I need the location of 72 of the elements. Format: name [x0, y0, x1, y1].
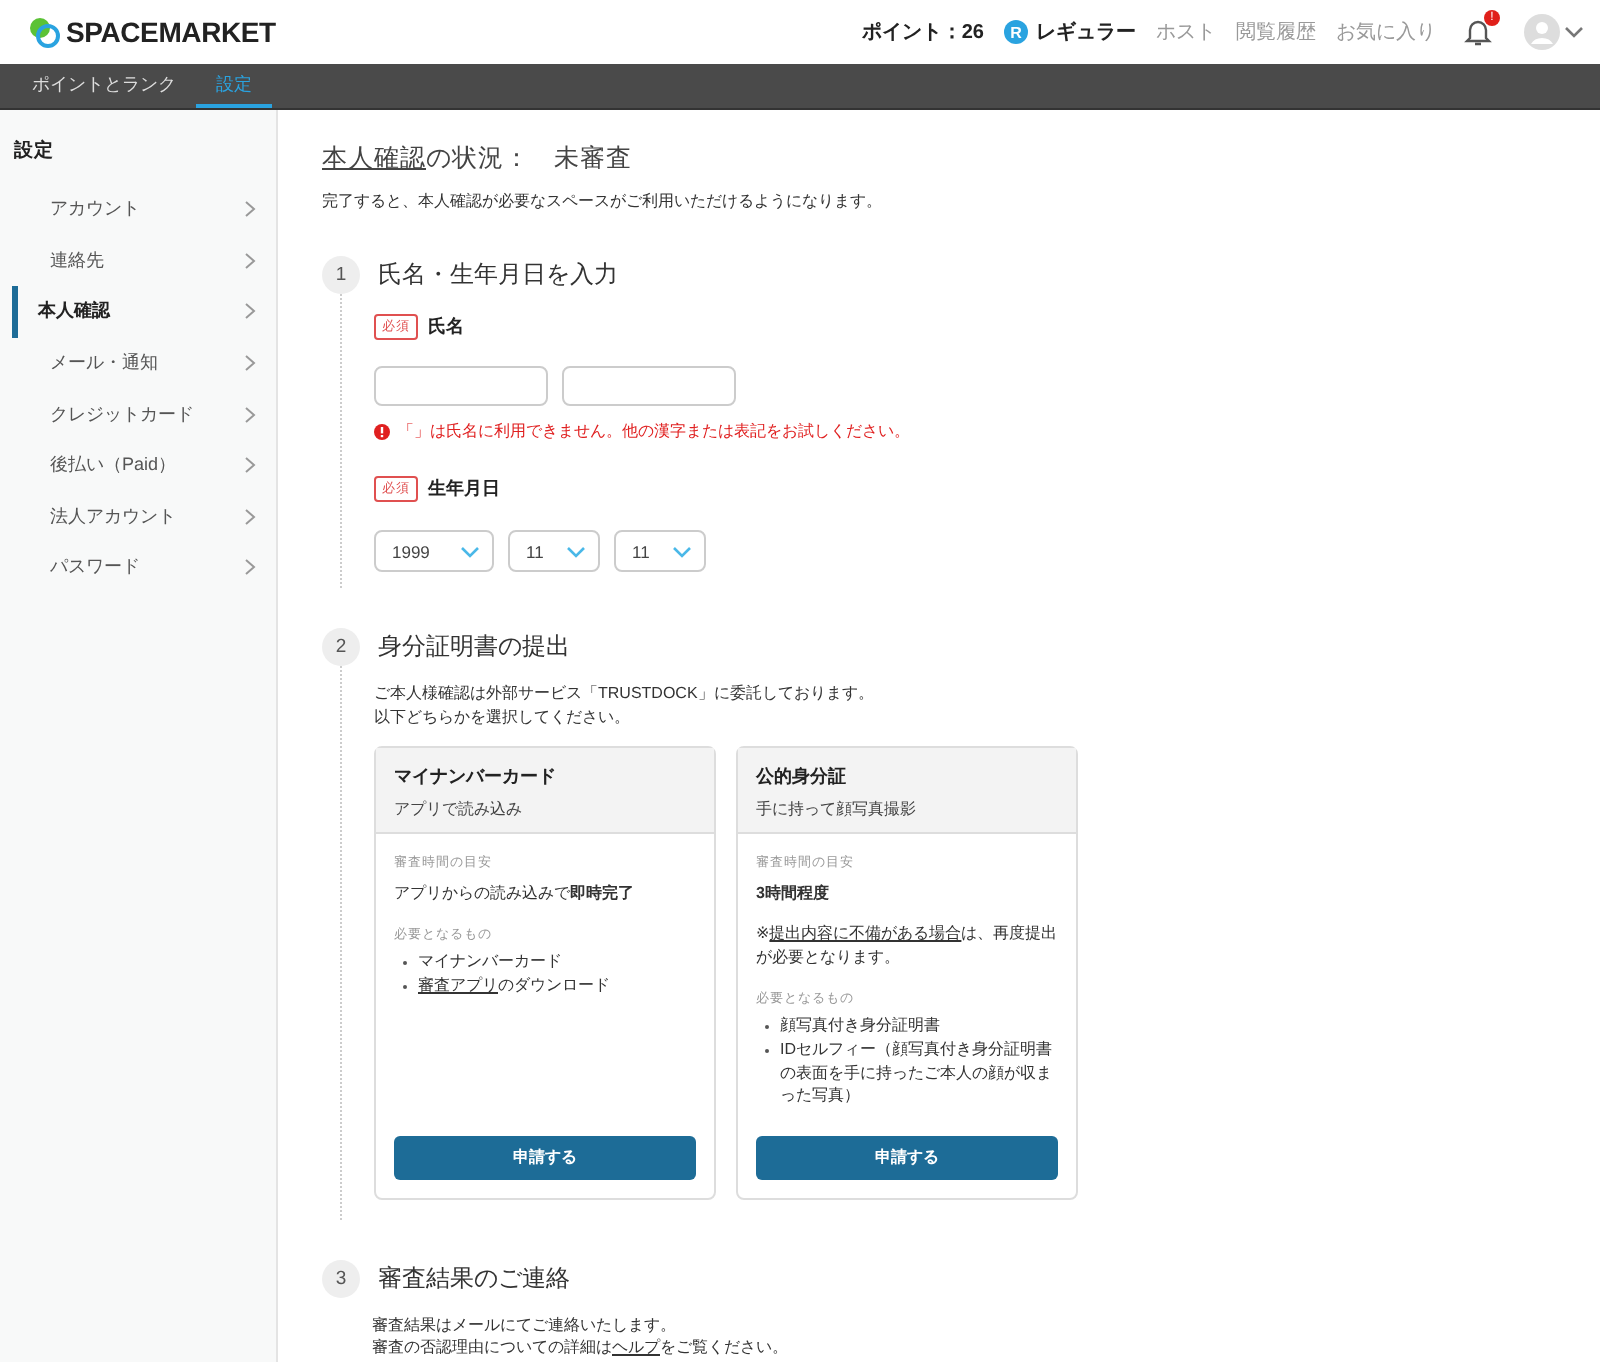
avatar-menu[interactable]	[1524, 14, 1584, 50]
review-time-value: 3時間程度	[756, 882, 831, 905]
chevron-right-icon	[244, 558, 256, 577]
chevron-right-icon	[244, 354, 256, 373]
field-label: 生年月日	[428, 476, 500, 502]
name-input-field[interactable]	[374, 366, 548, 406]
rank-badge: R	[1004, 20, 1028, 44]
sidebar-item[interactable]: 法人アカウント	[12, 491, 276, 543]
card-subtitle: 手に持って顔写真撮影	[756, 798, 918, 821]
sidebar-item[interactable]: 本人確認	[12, 286, 276, 338]
chevron-right-icon	[244, 456, 256, 475]
intro-text: ご本人様確認は外部サービス「TRUSTDOCK」に委託しております。	[374, 682, 876, 706]
step-title: 審査結果のご連絡	[378, 1261, 570, 1296]
nav-tab[interactable]: ポイントとランク	[12, 64, 196, 108]
sidebar-item[interactable]: クレジットカード	[12, 388, 276, 440]
link[interactable]: 本人確認	[322, 144, 426, 172]
bullet-icon	[402, 960, 408, 967]
sidebar-item[interactable]: メール・通知	[12, 337, 276, 389]
link[interactable]: 審査アプリ	[418, 975, 498, 994]
step-title: 氏名・生年月日を入力	[378, 258, 618, 292]
status-value: 未審査	[554, 142, 632, 176]
card-title: マイナンバーカード	[394, 764, 558, 791]
sidebar-item[interactable]: パスワード	[12, 542, 276, 594]
sidebar-item[interactable]: 連絡先	[12, 235, 276, 287]
review-time-value: アプリからの読み込みで即時完了	[394, 882, 636, 905]
apply-button[interactable]: 申請する	[394, 1135, 696, 1180]
info-text: 審査の否認理由についての詳細はヘルプをご覧ください。	[372, 1336, 790, 1360]
logo-text[interactable]: SPACEMARKET	[66, 16, 276, 48]
apply-button[interactable]: 申請する	[756, 1135, 1058, 1180]
sidebar-item[interactable]: 後払い（Paid）	[12, 439, 276, 492]
error-icon	[374, 423, 390, 439]
bell-icon[interactable]	[1464, 16, 1492, 48]
date-select[interactable]: 1999	[374, 530, 494, 572]
note-text: ※提出内容に不備がある場合は、再度提出が必要となります。	[756, 922, 1058, 969]
error-message: 「」は氏名に利用できません。他の漢字または表記をお試しください。	[398, 420, 910, 442]
step-number: 3	[322, 1259, 360, 1298]
step-number: 1	[322, 256, 360, 294]
chevron-right-icon	[244, 251, 256, 270]
requirement-item: 審査アプリ のダウンロード	[418, 973, 610, 997]
bullet-icon	[764, 1047, 770, 1054]
chevron-down-icon	[460, 541, 480, 561]
step-title: 身分証明書の提出	[378, 630, 570, 664]
chevron-right-icon	[244, 405, 256, 424]
requirement-item: マイナンバーカード	[418, 950, 562, 974]
chevron-down-icon	[1564, 22, 1584, 42]
logo-icon	[28, 14, 60, 50]
sidebar-title: 設定	[12, 137, 56, 166]
requirement-item: 顔写真付き身分証明書	[780, 1014, 940, 1038]
intro-text: 以下どちらかを選択してください。	[374, 705, 632, 729]
chevron-right-icon	[244, 200, 256, 219]
link[interactable]: ヘルプ	[612, 1338, 660, 1357]
chevron-down-icon	[672, 541, 692, 561]
field-label: 氏名	[428, 314, 464, 340]
chevron-right-icon	[244, 302, 256, 321]
chevron-down-icon	[566, 541, 586, 561]
card-subtitle: アプリで読み込み	[394, 798, 524, 821]
chevron-right-icon	[244, 507, 256, 526]
status-description: 完了すると、本人確認が必要なスペースがご利用いただけるようになります。	[322, 190, 884, 212]
rank-label[interactable]: R レギュラー	[1004, 18, 1136, 46]
date-select[interactable]: 11	[614, 530, 706, 572]
link[interactable]: 提出内容に不備がある場合	[769, 924, 962, 943]
points-text[interactable]: ポイント：26	[861, 18, 984, 46]
status-title: 本人確認の状況：	[322, 144, 530, 174]
date-select[interactable]: 11	[508, 530, 600, 572]
bullet-icon	[764, 1024, 770, 1031]
info-text: 審査結果はメールにてご連絡いたします。	[372, 1313, 678, 1337]
name-input-field[interactable]	[562, 366, 736, 406]
requirement-item: IDセルフィー（顔写真付き身分証明書の表面を手に持ったご本人の顔が収まった写真）	[780, 1037, 1054, 1108]
sidebar-item[interactable]: アカウント	[12, 184, 276, 236]
step-number: 2	[322, 628, 360, 666]
card-title: 公的身分証	[756, 764, 848, 791]
bullet-icon	[402, 983, 408, 990]
